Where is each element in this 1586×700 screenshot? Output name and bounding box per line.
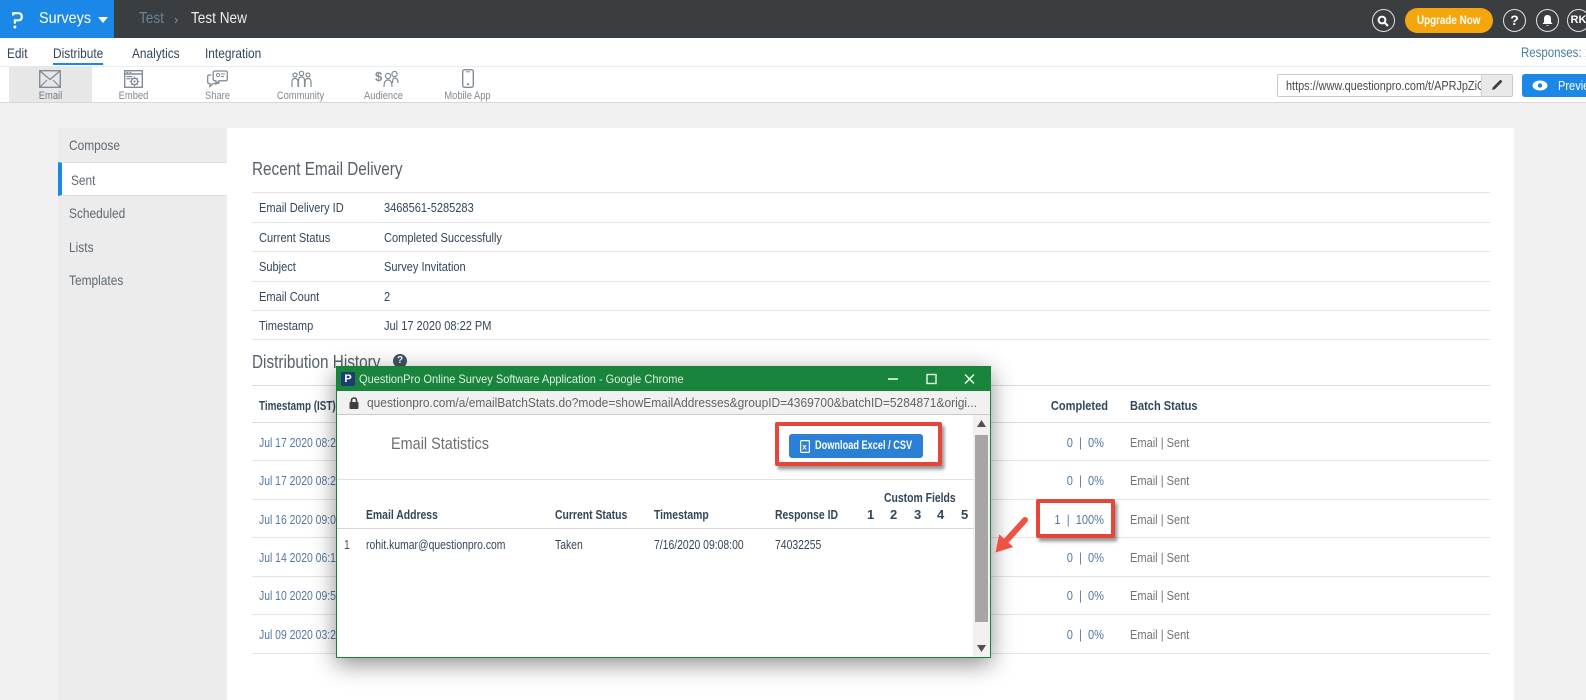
svg-text:$: $ xyxy=(375,69,383,84)
